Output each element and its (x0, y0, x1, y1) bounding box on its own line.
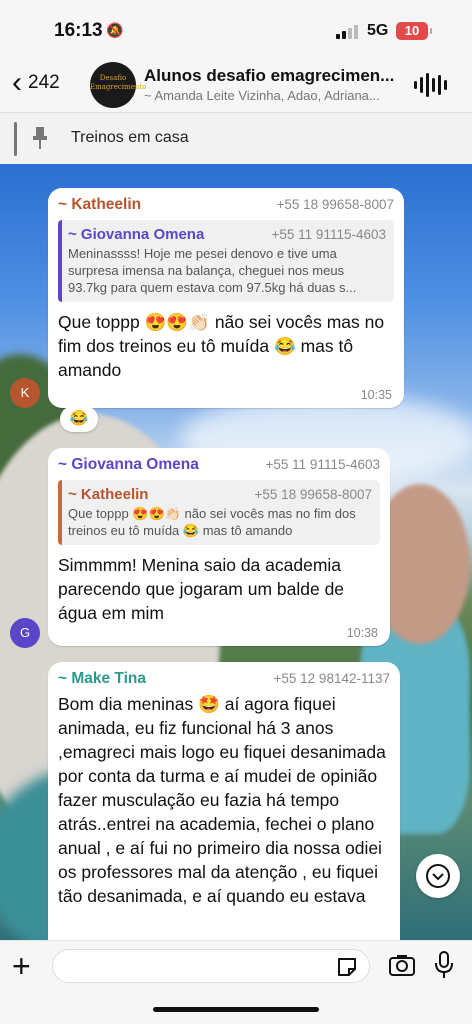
message-bubble[interactable]: ~ Make Tina +55 12 98142-1137 Bom dia me… (48, 662, 400, 962)
message-bubble[interactable]: ~ Giovanna Omena +55 11 91115-4603 ~ Kat… (48, 448, 390, 646)
quoted-text: Que toppp 😍😍👏🏻 não sei vocês mas no fim … (68, 506, 356, 538)
message-text: Simmmm! Menina saio da academia parecend… (58, 555, 345, 623)
battery-indicator: 10 (396, 22, 432, 40)
home-indicator (153, 1007, 319, 1012)
sticker-icon[interactable] (336, 956, 358, 978)
message-text: Que toppp 😍😍👏🏻 não sei vocês mas no fim … (58, 312, 385, 380)
chat-header: ‹ 242 Desafio Emagrecimento Alunos desaf… (0, 58, 472, 112)
plus-icon[interactable]: + (12, 950, 31, 982)
sender-phone: +55 11 91115-4603 (265, 457, 380, 472)
quoted-sender: ~ Giovanna Omena (68, 226, 205, 243)
quoted-message[interactable]: ~ Katheelin +55 18 99658-8007 Que toppp … (58, 480, 380, 545)
group-members[interactable]: ~ Amanda Leite Vizinha, Adao, Adriana... (144, 88, 396, 103)
microphone-icon[interactable] (434, 950, 454, 980)
pinned-indicator (14, 122, 17, 156)
message-time: 10:35 (360, 388, 392, 402)
status-bar: 16:13 🔕 5G 10 (0, 0, 472, 58)
camera-icon[interactable] (388, 953, 416, 977)
message-composer: + (0, 940, 472, 1024)
sender-name[interactable]: ~ Katheelin (58, 196, 141, 214)
quoted-sender: ~ Katheelin (68, 486, 149, 503)
chevron-down-icon (426, 864, 450, 888)
network-type: 5G (367, 22, 389, 39)
chevron-left-icon: ‹ (12, 66, 22, 99)
voice-chat-icon[interactable] (414, 72, 447, 98)
unread-count: 242 (28, 72, 60, 93)
silent-bell-icon: 🔕 (106, 22, 124, 38)
pinned-text: Treinos em casa (71, 129, 189, 146)
scroll-to-bottom-button[interactable] (416, 854, 460, 898)
sender-name[interactable]: ~ Make Tina (58, 670, 146, 688)
group-avatar[interactable]: Desafio Emagrecimento (90, 62, 146, 108)
message-input[interactable] (52, 949, 370, 983)
quoted-phone: +55 11 91115-4603 (271, 227, 386, 242)
avatar[interactable]: K (10, 378, 40, 408)
sender-phone: +55 18 99658-8007 (276, 197, 395, 212)
status-time: 16:13 (54, 20, 103, 41)
avatar[interactable]: G (10, 618, 40, 648)
cellular-signal-icon (336, 25, 358, 39)
group-title[interactable]: Alunos desafio emagrecimen... (144, 66, 400, 86)
pinned-message-bar[interactable]: Treinos em casa (0, 112, 472, 164)
sender-name[interactable]: ~ Giovanna Omena (58, 456, 199, 474)
quoted-phone: +55 18 99658-8007 (254, 487, 373, 502)
message-bubble[interactable]: ~ Katheelin +55 18 99658-8007 ~ Giovanna… (48, 188, 404, 408)
quoted-text: Meninassss! Hoje me pesei denovo e tive … (68, 246, 357, 295)
message-time: 10:38 (346, 626, 378, 640)
pin-icon (33, 127, 47, 149)
quoted-message[interactable]: ~ Giovanna Omena +55 11 91115-4603 Menin… (58, 220, 394, 302)
message-reaction[interactable]: 😂 (60, 406, 98, 432)
message-text: Bom dia meninas 🤩 aí agora fiquei animad… (58, 694, 386, 906)
sender-phone: +55 12 98142-1137 (273, 671, 390, 686)
back-button[interactable]: ‹ 242 (12, 68, 60, 98)
